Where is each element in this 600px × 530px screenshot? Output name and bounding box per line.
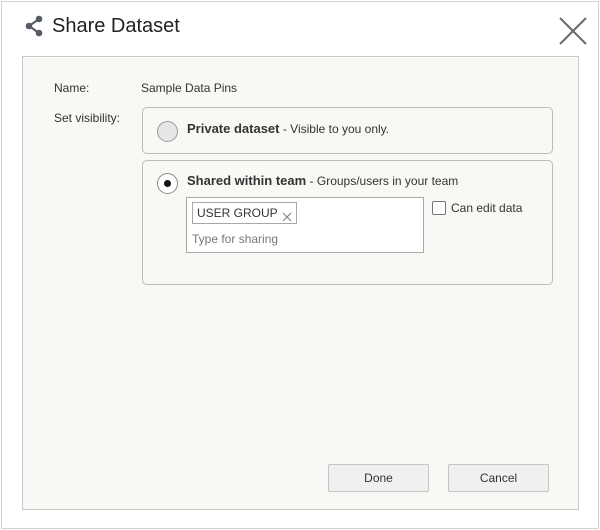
team-shared-option[interactable]: Shared within team - Groups/users in you… (142, 160, 553, 285)
team-option-description: - Groups/users in your team (306, 174, 459, 188)
cancel-button[interactable]: Cancel (448, 464, 549, 492)
close-icon[interactable] (558, 16, 588, 46)
radio-selected-dot (164, 180, 171, 187)
share-recipients-field[interactable]: USER GROUP (186, 197, 424, 253)
dialog-title: Share Dataset (52, 15, 180, 37)
private-option-title: Private dataset (187, 121, 280, 136)
private-option-description: - Visible to you only. (279, 122, 390, 136)
private-dataset-option[interactable]: Private dataset - Visible to you only. (142, 107, 553, 154)
recipient-chip: USER GROUP (192, 202, 297, 224)
team-radio[interactable] (157, 173, 178, 194)
share-dataset-dialog: Share Dataset Name: Sample Data Pins Set… (1, 1, 599, 529)
done-button[interactable]: Done (328, 464, 429, 492)
private-radio[interactable] (157, 121, 178, 142)
private-option-text: Private dataset - Visible to you only. (187, 121, 390, 137)
name-label: Name: (54, 81, 90, 95)
remove-chip-icon[interactable] (282, 208, 292, 222)
recipient-chip-label: USER GROUP (197, 206, 278, 220)
dataset-name-value: Sample Data Pins (141, 81, 238, 95)
dialog-body: Name: Sample Data Pins Set visibility: P… (22, 56, 579, 510)
dialog-header: Share Dataset (2, 2, 598, 54)
sharing-input[interactable] (192, 230, 392, 248)
team-option-title: Shared within team (187, 173, 307, 188)
visibility-label: Set visibility: (54, 111, 121, 125)
share-icon (23, 15, 45, 37)
team-option-text: Shared within team - Groups/users in you… (187, 173, 459, 189)
can-edit-checkbox[interactable] (432, 201, 446, 215)
can-edit-label: Can edit data (451, 201, 523, 215)
